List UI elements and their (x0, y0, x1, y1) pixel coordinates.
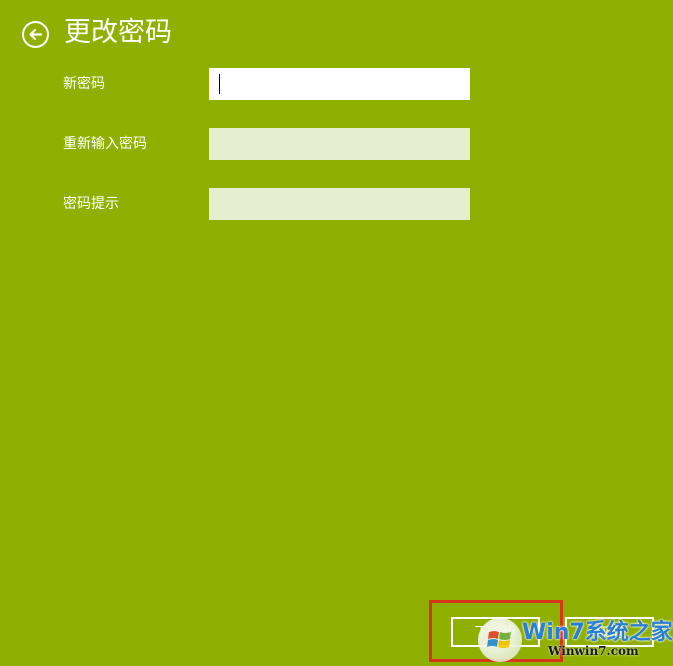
password-hint-field[interactable] (209, 188, 470, 220)
password-hint-label: 密码提示 (63, 196, 119, 212)
next-button[interactable]: 下一步 (451, 617, 540, 647)
back-button[interactable] (22, 21, 49, 48)
page-title: 更改密码 (64, 17, 172, 48)
cancel-button[interactable]: 取消 (565, 617, 654, 647)
new-password-field[interactable] (209, 68, 470, 100)
new-password-label: 新密码 (63, 76, 105, 92)
text-caret (219, 74, 220, 94)
confirm-password-label: 重新输入密码 (63, 136, 147, 152)
confirm-password-field[interactable] (209, 128, 470, 160)
back-arrow-icon (29, 28, 43, 41)
